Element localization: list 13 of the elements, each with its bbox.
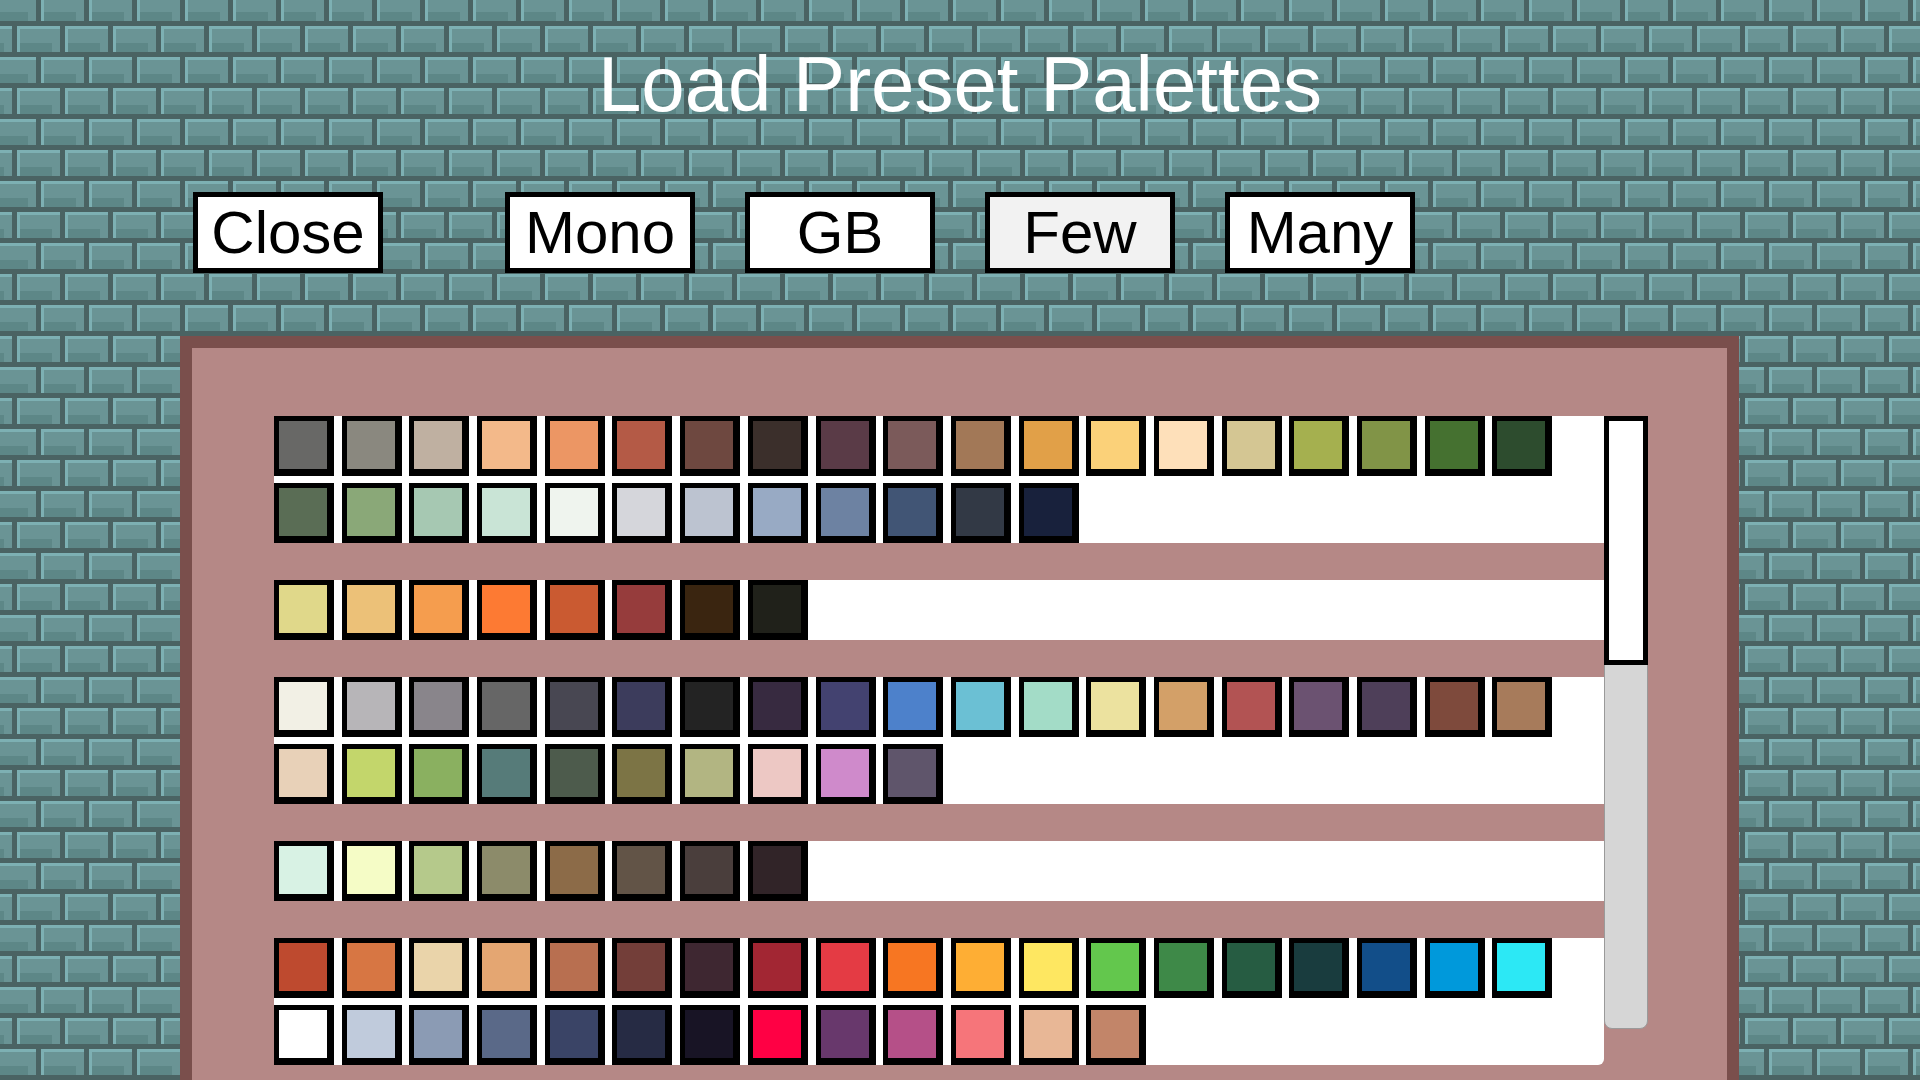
- palette-strip[interactable]: [274, 416, 1604, 543]
- palette-strip[interactable]: [274, 938, 1604, 1065]
- scrollbar-thumb[interactable]: [1604, 416, 1648, 665]
- palette-strip[interactable]: [274, 580, 1604, 640]
- palette-strip[interactable]: [274, 677, 1604, 804]
- palette-strip[interactable]: [274, 841, 1604, 901]
- preset-button[interactable]: Close: [193, 192, 383, 273]
- preset-button[interactable]: Mono: [505, 192, 695, 273]
- preset-button[interactable]: GB: [745, 192, 935, 273]
- page-title: Load Preset Palettes: [597, 45, 1323, 123]
- scrollbar-track[interactable]: [1604, 416, 1648, 1029]
- preset-button[interactable]: Few: [985, 192, 1175, 273]
- preset-button[interactable]: Many: [1225, 192, 1415, 273]
